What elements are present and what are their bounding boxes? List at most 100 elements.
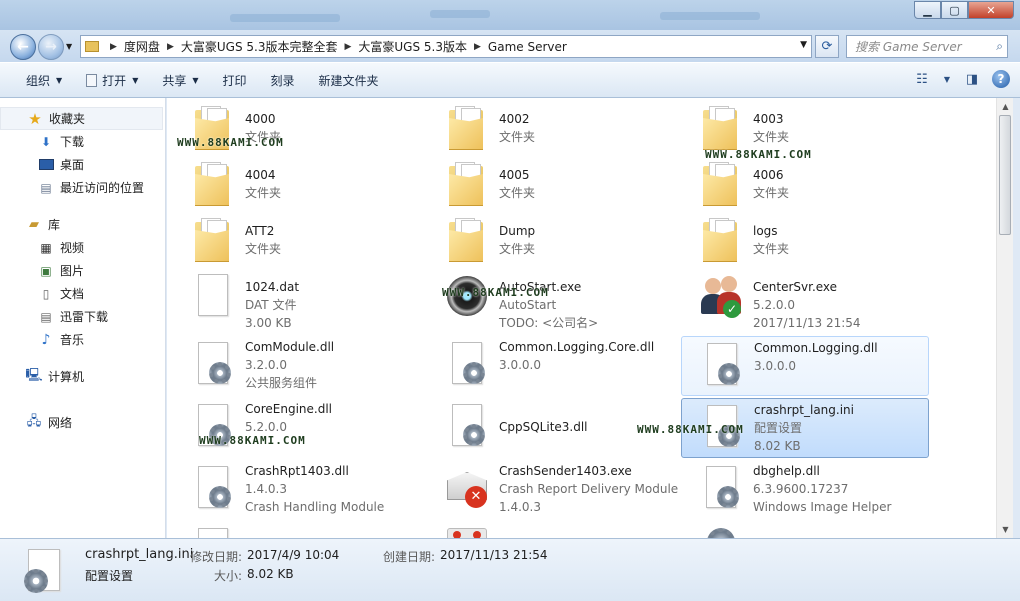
file-name: CrashSender1403.exe (499, 464, 632, 478)
burn-button[interactable]: 刻录 (259, 68, 307, 92)
details-modified-label: 修改日期: (190, 550, 243, 564)
file-item[interactable]: dbghelp.dll 6.3.9600.17237 Windows Image H… (681, 460, 929, 520)
watermark-text: WWW.88KAMI.COM (637, 423, 744, 436)
folder-item[interactable]: 4002 文件夹 (427, 100, 675, 156)
breadcrumb-chevron-icon[interactable]: ▶ (474, 42, 481, 52)
file-item[interactable]: ✕ CrashSender1403.exe Crash Report Deliver… (427, 460, 678, 520)
sidebar-item-favorites[interactable]: ★ 收藏夹 (0, 107, 163, 130)
new-folder-button[interactable]: 新建文件夹 (307, 68, 391, 92)
share-button[interactable]: 共享 ▼ (150, 68, 210, 92)
breadcrumb-chevron-icon[interactable]: ▶ (344, 42, 351, 52)
address-bar[interactable]: ▶ 度网盘 ▶ 大富豪UGS 5.3版本完整全套 ▶ 大富豪UGS 5.3版本 … (80, 35, 812, 58)
sidebar-item-videos[interactable]: ▦ 视频 (0, 236, 165, 259)
address-dropdown-icon[interactable]: ▼ (800, 40, 807, 50)
vertical-scrollbar[interactable]: ▲ ▼ (996, 98, 1013, 538)
folder-item[interactable]: logs 文件夹 (681, 212, 929, 268)
sidebar-item-pictures[interactable]: ▣ 图片 (0, 259, 165, 282)
desktop-icon (38, 157, 54, 173)
file-item[interactable]: GameServerTools.exe (681, 522, 929, 538)
close-button[interactable]: ✕ (968, 1, 1014, 19)
sidebar-item-desktop[interactable]: 桌面 (0, 153, 165, 176)
dll-gear-icon (193, 526, 233, 538)
print-button[interactable]: 打印 (211, 68, 259, 92)
folder-item[interactable]: 4005 文件夹 (427, 156, 675, 212)
sidebar-item-recent-places[interactable]: ▤ 最近访问的位置 (0, 176, 165, 199)
file-detail: DAT 文件 (245, 298, 297, 312)
view-dropdown-icon[interactable]: ▼ (942, 69, 952, 89)
breadcrumb-item[interactable]: Game Server (488, 40, 567, 54)
file-item[interactable]: GameManager.dll (173, 522, 421, 538)
sidebar-item-downloads[interactable]: ⬇ 下载 (0, 130, 165, 153)
sidebar-item-computer[interactable]: 🖳 计算机 (0, 365, 165, 388)
file-item[interactable]: CrashRpt1403.dll 1.4.0.3 Crash Handling Mo… (173, 460, 421, 520)
file-detail: TODO: <公司名> (499, 316, 599, 330)
sidebar-item-documents[interactable]: ▯ 文档 (0, 282, 165, 305)
sidebar-item-music[interactable]: ♪ 音乐 (0, 328, 165, 351)
title-bar[interactable]: ▁ ▢ ✕ (0, 0, 1020, 30)
file-item[interactable]: Common.Logging.Core.dll 3.0.0.0 (427, 336, 675, 396)
file-item[interactable]: Common.Logging.dll 3.0.0.0 (681, 336, 929, 396)
network-icon: 🖧 (26, 413, 42, 429)
view-options-icon[interactable]: ☷ (912, 69, 932, 89)
print-label: 打印 (222, 73, 247, 88)
download-folder-icon: ⬇ (40, 134, 52, 149)
back-arrow-icon: ← (17, 39, 29, 55)
preview-pane-icon[interactable]: ◨ (962, 69, 982, 89)
folder-icon (447, 160, 487, 208)
sidebar-item-libraries[interactable]: ▰ 库 (0, 213, 165, 236)
sidebar-item-label: 音乐 (60, 333, 85, 347)
scroll-down-icon[interactable]: ▼ (997, 521, 1014, 538)
file-name: 4002 (499, 112, 530, 126)
file-detail: 1.4.0.3 (499, 500, 541, 514)
sidebar-item-label: 库 (48, 218, 61, 232)
details-file-name: crashrpt_lang.ini (85, 547, 194, 562)
details-size-value: 8.02 KB (247, 567, 294, 581)
recent-places-icon: ▤ (40, 180, 52, 195)
folder-item[interactable]: 4004 文件夹 (173, 156, 421, 212)
scroll-up-icon[interactable]: ▲ (997, 98, 1014, 115)
file-item[interactable]: ✓ CenterSvr.exe 5.2.0.0 2017/11/13 21:54 (681, 268, 929, 330)
back-button[interactable]: ← (10, 34, 36, 60)
folder-item[interactable]: 4006 文件夹 (681, 156, 929, 212)
recent-pages-chevron-icon[interactable]: ▼ (66, 42, 72, 51)
folder-item[interactable]: Dump 文件夹 (427, 212, 675, 268)
organize-button[interactable]: 组织 ▼ (14, 68, 74, 92)
folder-icon (447, 104, 487, 152)
breadcrumb-chevron-icon[interactable]: ▶ (110, 42, 117, 52)
breadcrumb-chevron-icon[interactable]: ▶ (167, 42, 174, 52)
forward-button[interactable]: → (38, 34, 64, 60)
refresh-button[interactable]: ⟳ (815, 35, 839, 58)
folder-item[interactable]: ATT2 文件夹 (173, 212, 421, 268)
sidebar-item-xunlei-downloads[interactable]: ▤ 迅雷下载 (0, 305, 165, 328)
folder-icon (447, 216, 487, 264)
file-name: crashrpt_lang.ini (754, 403, 854, 417)
maximize-button[interactable]: ▢ (941, 1, 968, 19)
blurred-title (660, 12, 760, 20)
breadcrumb-item[interactable]: 大富豪UGS 5.3版本 (358, 38, 467, 55)
sidebar-item-network[interactable]: 🖧 网络 (0, 411, 165, 434)
music-note-icon: ♪ (41, 331, 51, 348)
file-item[interactable]: GameServer.exe (427, 522, 675, 538)
minimize-button[interactable]: ▁ (914, 1, 941, 19)
dll-gear-icon (193, 340, 233, 388)
file-item[interactable]: CoreEngine.dll 5.2.0.0 (173, 398, 421, 458)
search-placeholder: 搜索 Game Server (855, 40, 962, 54)
breadcrumb-item[interactable]: 大富豪UGS 5.3版本完整全套 (181, 38, 338, 55)
file-item[interactable]: ComModule.dll 3.2.0.0 公共服务组件 (173, 336, 421, 396)
open-button[interactable]: 打开 ▼ (74, 68, 150, 92)
watermark-text: WWW.88KAMI.COM (442, 286, 549, 299)
file-name: dbghelp.dll (753, 464, 820, 478)
breadcrumb-item[interactable]: 度网盘 (124, 38, 160, 55)
file-item[interactable]: 1024.dat DAT 文件 3.00 KB (173, 268, 421, 330)
scroll-thumb[interactable] (999, 115, 1011, 235)
file-detail: 文件夹 (245, 186, 282, 200)
file-detail: 3.2.0.0 (245, 358, 287, 372)
search-icon[interactable]: ⌕ (996, 39, 1003, 54)
picture-icon: ▣ (40, 263, 52, 278)
app-icon (447, 526, 487, 538)
search-input[interactable]: 搜索 Game Server ⌕ (846, 35, 1008, 58)
help-icon[interactable]: ? (992, 70, 1010, 88)
address-row: ← → ▼ ▶ 度网盘 ▶ 大富豪UGS 5.3版本完整全套 ▶ 大富豪UGS … (0, 30, 1020, 62)
folder-icon (701, 160, 741, 208)
file-detail: 8.02 KB (754, 439, 801, 453)
